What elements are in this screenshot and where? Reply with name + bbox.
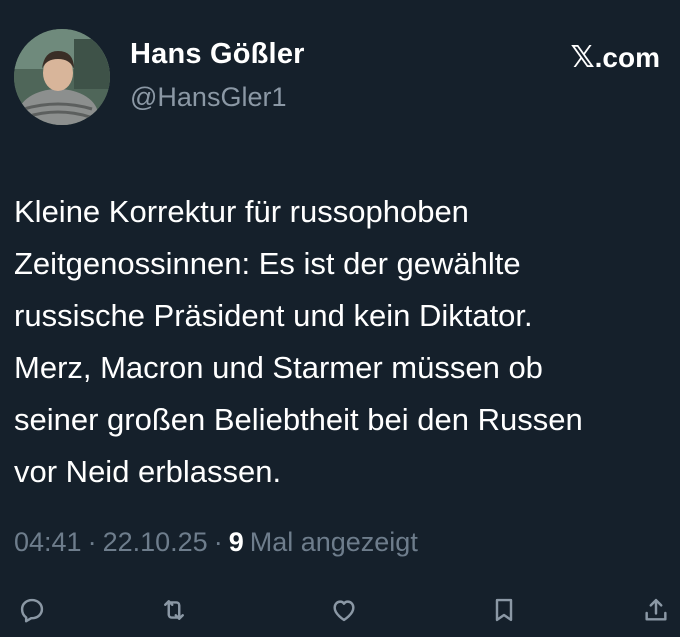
share-button[interactable] [640, 594, 672, 626]
like-icon [333, 600, 355, 622]
brand-logo: 𝕏 .com [570, 40, 660, 75]
meta-separator: · [87, 527, 97, 557]
meta-separator: · [213, 527, 223, 557]
share-icon [645, 598, 667, 621]
bookmark-button[interactable] [488, 594, 520, 626]
brand-label: .com [594, 41, 660, 73]
x-logo-icon: 𝕏 [570, 40, 595, 75]
retweet-icon [164, 600, 184, 620]
avatar[interactable] [14, 29, 110, 125]
tweet-date[interactable]: 22.10.25 [103, 527, 208, 558]
action-bar [0, 588, 680, 628]
author-handle[interactable]: @HansGler1 [130, 82, 286, 113]
tweet-meta: 04:41 · 22.10.25 · 9 Mal angezeigt [14, 527, 418, 558]
reply-button[interactable] [16, 594, 48, 626]
reply-icon [20, 598, 44, 623]
bookmark-icon [495, 598, 513, 622]
tweet-time[interactable]: 04:41 [14, 527, 82, 558]
author-name[interactable]: Hans Gößler [130, 38, 305, 71]
tweet-text: Kleine Korrektur für russophoben Zeitgen… [14, 194, 583, 489]
like-button[interactable] [328, 594, 360, 626]
views-count: 9 [228, 527, 244, 557]
views-label: Mal angezeigt [249, 527, 418, 557]
retweet-button[interactable] [158, 594, 190, 626]
